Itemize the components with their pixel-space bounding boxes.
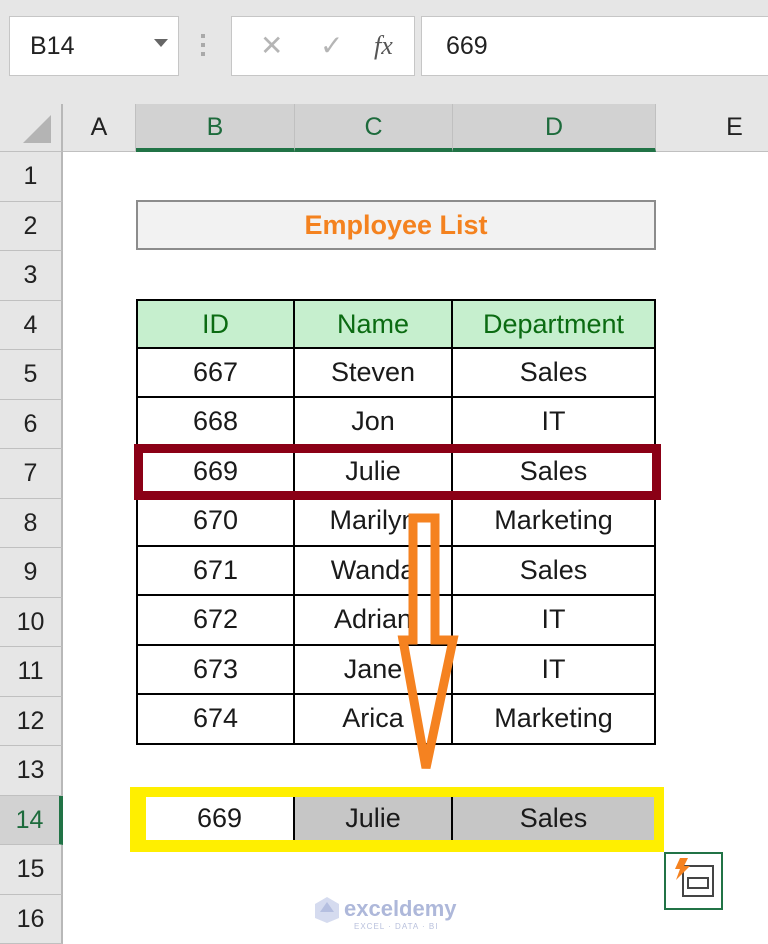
column-header-e[interactable]: E (656, 104, 768, 152)
table-cell-name[interactable]: Steven (295, 349, 453, 399)
name-box-value: B14 (30, 32, 74, 61)
table-cell-id[interactable]: 674 (136, 695, 295, 745)
flash-fill-icon (666, 854, 721, 908)
column-header-b[interactable]: B (136, 104, 295, 152)
row-header-6[interactable]: 6 (0, 400, 63, 450)
enter-icon[interactable]: ✓ (320, 29, 343, 62)
row-header-4[interactable]: 4 (0, 301, 63, 351)
formula-bar: B14 ✕ ✓ fx 669 (0, 0, 768, 104)
watermark-tagline: EXCEL · DATA · BI (354, 922, 438, 931)
row-header-16[interactable]: 16 (0, 895, 63, 944)
watermark-name: exceldemy (344, 896, 457, 922)
row-header-13[interactable]: 13 (0, 746, 63, 796)
table-cell-name[interactable]: Jon (295, 398, 453, 448)
flash-fill-options-button[interactable] (664, 852, 723, 910)
watermark-logo-icon (314, 896, 340, 924)
matched-row-highlight (134, 444, 661, 500)
insert-function-icon[interactable]: fx (374, 31, 393, 61)
table-cell-id[interactable]: 671 (136, 547, 295, 597)
formula-input[interactable]: 669 (421, 16, 768, 76)
row-header-14[interactable]: 14 (0, 796, 63, 846)
table-cell-department[interactable]: IT (453, 646, 656, 696)
table-cell-department[interactable]: Marketing (453, 695, 656, 745)
formula-value: 669 (446, 32, 488, 61)
table-cell-id[interactable]: 672 (136, 596, 295, 646)
row-header-7[interactable]: 7 (0, 449, 63, 499)
row-header-8[interactable]: 8 (0, 499, 63, 549)
header-cell-name[interactable]: Name (295, 299, 453, 349)
cancel-icon[interactable]: ✕ (260, 29, 283, 62)
row-header-1[interactable]: 1 (0, 152, 63, 202)
header-cell-department[interactable]: Department (453, 299, 656, 349)
table-cell-id[interactable]: 668 (136, 398, 295, 448)
row-header-3[interactable]: 3 (0, 251, 63, 301)
table-cell-department[interactable]: Sales (453, 547, 656, 597)
row-header-10[interactable]: 10 (0, 598, 63, 648)
table-cell-id[interactable]: 670 (136, 497, 295, 547)
select-all-button[interactable] (0, 104, 63, 152)
select-all-icon (23, 115, 51, 143)
row-header-12[interactable]: 12 (0, 697, 63, 747)
table-cell-department[interactable]: Marketing (453, 497, 656, 547)
formula-actions: ✕ ✓ fx (231, 16, 415, 76)
table-cell-id[interactable]: 673 (136, 646, 295, 696)
row-header-9[interactable]: 9 (0, 548, 63, 598)
table-cell-id[interactable]: 667 (136, 349, 295, 399)
table-cell-department[interactable]: IT (453, 596, 656, 646)
row-header-5[interactable]: 5 (0, 350, 63, 400)
row-header-2[interactable]: 2 (0, 202, 63, 252)
sheet-title: Employee List (136, 200, 656, 250)
column-header-d[interactable]: D (453, 104, 656, 152)
grip-icon[interactable] (201, 34, 205, 61)
result-name-cell[interactable]: Julie (295, 797, 453, 840)
column-header-c[interactable]: C (295, 104, 453, 152)
down-arrow-icon (395, 510, 465, 780)
table-cell-department[interactable]: Sales (453, 349, 656, 399)
row-header-11[interactable]: 11 (0, 647, 63, 697)
row-header-15[interactable]: 15 (0, 845, 63, 895)
column-header-a[interactable]: A (63, 104, 136, 152)
result-department-cell[interactable]: Sales (453, 797, 654, 840)
chevron-down-icon[interactable] (154, 39, 168, 47)
name-box[interactable]: B14 (9, 16, 179, 76)
table-cell-department[interactable]: IT (453, 398, 656, 448)
header-cell-id[interactable]: ID (136, 299, 295, 349)
result-id-cell[interactable]: 669 (146, 797, 295, 840)
